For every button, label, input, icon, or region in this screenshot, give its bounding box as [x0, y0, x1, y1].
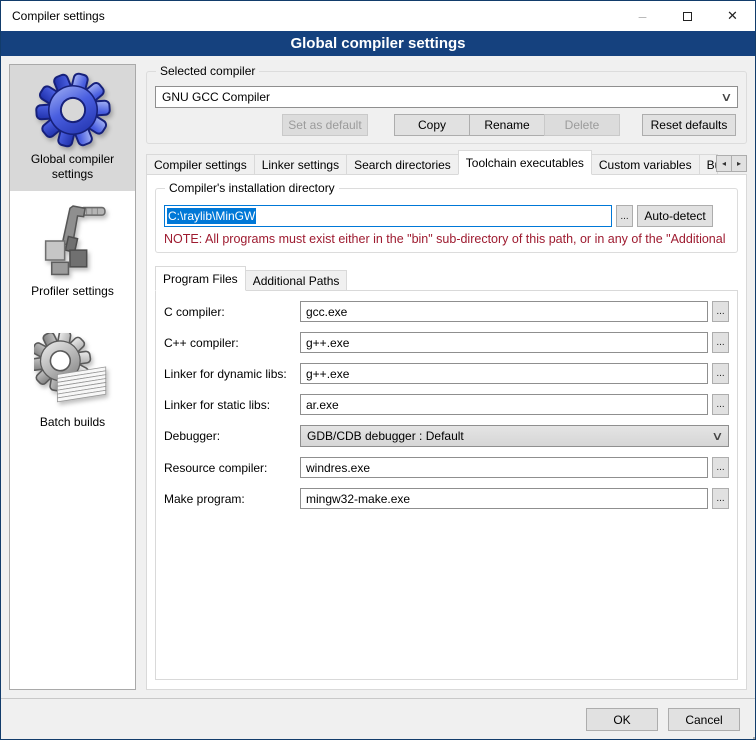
dialog-footer: OK Cancel	[1, 699, 755, 739]
linker-static-input[interactable]	[300, 394, 708, 415]
toolchain-executables-page: Compiler's installation directory C:\ray…	[146, 174, 747, 690]
tab-linker-settings[interactable]: Linker settings	[254, 154, 347, 175]
browse-directory-button[interactable]: ...	[616, 205, 633, 227]
minimize-icon: –	[639, 8, 647, 24]
form-row-linker-dynamic: Linker for dynamic libs: ...	[164, 363, 729, 384]
sidebar-item-profiler-settings[interactable]: Profiler settings	[10, 195, 135, 308]
field-label: Linker for static libs:	[164, 398, 300, 412]
category-sidebar: Global compiler settings Profiler settin…	[9, 64, 136, 690]
cancel-button[interactable]: Cancel	[668, 708, 740, 731]
arrow-right-icon: ▸	[737, 159, 741, 168]
dialog-header: Global compiler settings	[1, 31, 755, 56]
selected-compiler-group-label: Selected compiler	[156, 64, 259, 78]
compiler-select-value: GNU GCC Compiler	[162, 90, 270, 104]
ok-button[interactable]: OK	[586, 708, 658, 731]
program-files-panel: C compiler: ... C++ compiler: ... Linker…	[155, 290, 738, 680]
compiler-settings-window: Compiler settings – ✕ Global compiler se…	[0, 0, 756, 740]
bin-subdirectory-note: NOTE: All programs must exist either in …	[164, 232, 736, 246]
sidebar-item-label: Global compiler settings	[12, 152, 133, 182]
resource-compiler-input[interactable]	[300, 457, 708, 478]
arrow-left-icon: ◂	[722, 159, 726, 168]
titlebar: Compiler settings – ✕	[1, 1, 755, 31]
grey-gear-stack-icon	[34, 333, 112, 413]
tab-toolchain-executables[interactable]: Toolchain executables	[458, 150, 592, 175]
main-settings-area: Selected compiler GNU GCC Compiler ∨ Set…	[146, 64, 747, 690]
tab-additional-paths[interactable]: Additional Paths	[245, 270, 348, 291]
program-files-section: Program Files Additional Paths C compile…	[155, 266, 738, 680]
c-compiler-input[interactable]	[300, 301, 708, 322]
installation-directory-input[interactable]: C:\raylib\MinGW	[164, 205, 612, 227]
program-files-tabs: Program Files Additional Paths	[155, 266, 738, 291]
reset-defaults-button[interactable]: Reset defaults	[642, 114, 736, 136]
make-program-browse-button[interactable]: ...	[712, 488, 729, 509]
tab-custom-variables[interactable]: Custom variables	[591, 154, 700, 175]
form-row-cpp-compiler: C++ compiler: ...	[164, 332, 729, 353]
resize-grip[interactable]	[749, 733, 751, 735]
resource-compiler-browse-button[interactable]: ...	[712, 457, 729, 478]
rename-button[interactable]: Rename	[469, 114, 545, 136]
set-as-default-button[interactable]: Set as default	[282, 114, 368, 136]
tab-program-files[interactable]: Program Files	[155, 266, 246, 291]
field-label: Linker for dynamic libs:	[164, 367, 300, 381]
installation-directory-group-label: Compiler's installation directory	[165, 181, 339, 195]
blue-gear-icon	[34, 70, 112, 150]
maximize-icon	[683, 12, 692, 21]
caliper-icon	[35, 200, 111, 282]
linker-dynamic-input[interactable]	[300, 363, 708, 384]
tab-compiler-settings[interactable]: Compiler settings	[146, 154, 255, 175]
field-label: Make program:	[164, 492, 300, 506]
form-row-make-program: Make program: ...	[164, 488, 729, 509]
form-row-resource-compiler: Resource compiler: ...	[164, 457, 729, 478]
chevron-down-icon: ∨	[711, 431, 723, 441]
tab-search-directories[interactable]: Search directories	[346, 154, 459, 175]
make-program-input[interactable]	[300, 488, 708, 509]
chevron-down-icon: ∨	[720, 92, 732, 102]
sidebar-item-batch-builds[interactable]: Batch builds	[10, 328, 135, 439]
close-icon: ✕	[727, 8, 738, 24]
tab-scroll-buttons: ◂ ▸	[717, 155, 747, 172]
selected-compiler-group: Selected compiler GNU GCC Compiler ∨ Set…	[146, 71, 747, 144]
installation-directory-row: C:\raylib\MinGW ... Auto-detect	[164, 205, 729, 227]
installation-directory-value: C:\raylib\MinGW	[167, 208, 256, 224]
sidebar-item-label: Batch builds	[12, 415, 133, 430]
linker-dynamic-browse-button[interactable]: ...	[712, 363, 729, 384]
installation-directory-group: Compiler's installation directory C:\ray…	[155, 188, 738, 253]
maximize-button[interactable]	[665, 1, 710, 31]
sidebar-item-global-compiler-settings[interactable]: Global compiler settings	[10, 65, 135, 191]
linker-static-browse-button[interactable]: ...	[712, 394, 729, 415]
field-label: Resource compiler:	[164, 461, 300, 475]
minimize-button[interactable]: –	[620, 1, 665, 31]
dialog-header-title: Global compiler settings	[290, 35, 465, 52]
form-row-linker-static: Linker for static libs: ...	[164, 394, 729, 415]
form-row-c-compiler: C compiler: ...	[164, 301, 729, 322]
compiler-buttons-row: Set as default Copy Rename Delete Reset …	[155, 114, 738, 136]
debugger-select-value: GDB/CDB debugger : Default	[307, 429, 464, 443]
field-label: Debugger:	[164, 429, 300, 443]
settings-tabs: Compiler settings Linker settings Search…	[146, 150, 747, 175]
delete-button[interactable]: Delete	[544, 114, 620, 136]
dialog-body: Global compiler settings Profiler settin…	[1, 56, 755, 698]
tab-scroll-right-button[interactable]: ▸	[731, 155, 747, 172]
close-button[interactable]: ✕	[710, 1, 755, 31]
auto-detect-button[interactable]: Auto-detect	[637, 205, 713, 227]
field-label: C compiler:	[164, 305, 300, 319]
debugger-select[interactable]: GDB/CDB debugger : Default ∨	[300, 425, 729, 447]
form-row-debugger: Debugger: GDB/CDB debugger : Default ∨	[164, 425, 729, 447]
c-compiler-browse-button[interactable]: ...	[712, 301, 729, 322]
tab-scroll-left-button[interactable]: ◂	[716, 155, 732, 172]
copy-button[interactable]: Copy	[394, 114, 470, 136]
compiler-select[interactable]: GNU GCC Compiler ∨	[155, 86, 738, 108]
cpp-compiler-input[interactable]	[300, 332, 708, 353]
window-title: Compiler settings	[1, 9, 620, 23]
sidebar-item-label: Profiler settings	[12, 284, 133, 299]
cpp-compiler-browse-button[interactable]: ...	[712, 332, 729, 353]
field-label: C++ compiler:	[164, 336, 300, 350]
